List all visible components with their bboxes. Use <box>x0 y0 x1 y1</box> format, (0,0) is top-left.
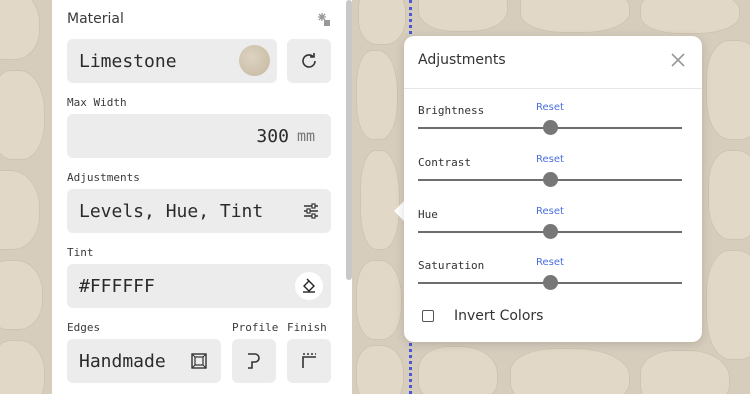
refresh-button[interactable] <box>287 39 331 83</box>
material-swatch <box>239 45 270 76</box>
profile-shape-icon <box>245 352 263 370</box>
reset-link[interactable]: Reset <box>536 206 564 217</box>
close-icon[interactable] <box>668 50 688 70</box>
adjustment-row-hue: Hue Reset <box>418 206 684 252</box>
sliders-icon <box>303 203 319 219</box>
tint-input[interactable]: #FFFFFF <box>67 264 331 308</box>
reset-link[interactable]: Reset <box>536 257 564 268</box>
profile-label: Profile <box>232 321 279 334</box>
slider-thumb[interactable] <box>543 224 558 239</box>
paint-bucket-icon <box>301 278 317 294</box>
adjustment-row-brightness: Brightness Reset <box>418 102 684 148</box>
tint-label: Tint <box>67 246 94 259</box>
adjustments-label: Adjustments <box>67 171 140 184</box>
adjustments-value: Levels, Hue, Tint <box>79 200 264 222</box>
reset-link[interactable]: Reset <box>536 154 564 165</box>
paint-bucket-button[interactable] <box>295 272 323 300</box>
material-name: Limestone <box>79 50 177 72</box>
profile-button[interactable] <box>232 339 276 383</box>
finish-label: Finish <box>287 321 327 334</box>
tint-value: #FFFFFF <box>79 275 155 297</box>
slider-thumb[interactable] <box>543 120 558 135</box>
max-width-value: 300 <box>256 125 289 147</box>
adjustment-name: Brightness <box>418 104 485 117</box>
material-select[interactable]: Limestone <box>67 39 277 83</box>
max-width-label: Max Width <box>67 96 127 109</box>
finish-corner-icon <box>300 352 318 370</box>
edges-value: Handmade <box>79 350 166 372</box>
edges-select[interactable]: Handmade <box>67 339 221 383</box>
adjustment-name: Contrast <box>418 156 471 169</box>
adjustment-name: Hue <box>418 208 438 221</box>
sparkle-icon[interactable] <box>315 11 331 27</box>
reset-link[interactable]: Reset <box>536 102 564 113</box>
slider-thumb[interactable] <box>543 172 558 187</box>
adjustment-row-saturation: Saturation Reset <box>418 257 684 303</box>
adjustments-popover: Adjustments Brightness Reset Contrast Reset… <box>404 36 702 342</box>
popover-divider <box>404 88 702 89</box>
adjustment-row-contrast: Contrast Reset <box>418 154 684 200</box>
finish-button[interactable] <box>287 339 331 383</box>
invert-colors-label: Invert Colors <box>454 308 544 324</box>
refresh-icon <box>299 51 319 71</box>
material-title: Material <box>67 11 124 27</box>
popover-title: Adjustments <box>418 52 506 68</box>
invert-colors-toggle[interactable]: Invert Colors <box>422 308 543 324</box>
adjustments-field[interactable]: Levels, Hue, Tint <box>67 189 331 233</box>
adjustment-name: Saturation <box>418 259 485 272</box>
edge-frame-icon <box>191 353 207 369</box>
panel-scrollbar[interactable] <box>346 0 352 280</box>
edges-label: Edges <box>67 321 101 334</box>
material-panel: Material Limestone Max Width 300 mm Adju… <box>52 0 352 394</box>
slider-thumb[interactable] <box>543 275 558 290</box>
max-width-unit: mm <box>296 127 315 145</box>
invert-checkbox[interactable] <box>422 310 434 322</box>
max-width-input[interactable]: 300 mm <box>67 114 331 158</box>
